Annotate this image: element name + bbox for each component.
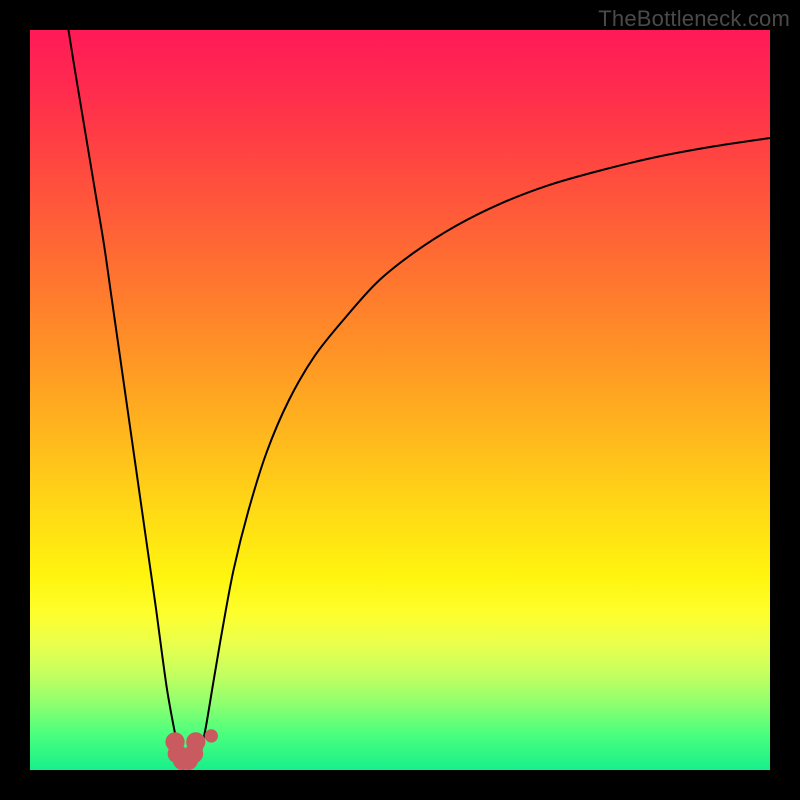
plot-area (30, 30, 770, 770)
curve-left-branch (68, 30, 180, 755)
curve-right-branch (200, 138, 770, 755)
chart-frame: TheBottleneck.com (0, 0, 800, 800)
marker-trough-right-edge (186, 732, 205, 751)
watermark-text: TheBottleneck.com (598, 6, 790, 32)
curves-layer (30, 30, 770, 770)
marker-right-start-dot (205, 729, 218, 742)
